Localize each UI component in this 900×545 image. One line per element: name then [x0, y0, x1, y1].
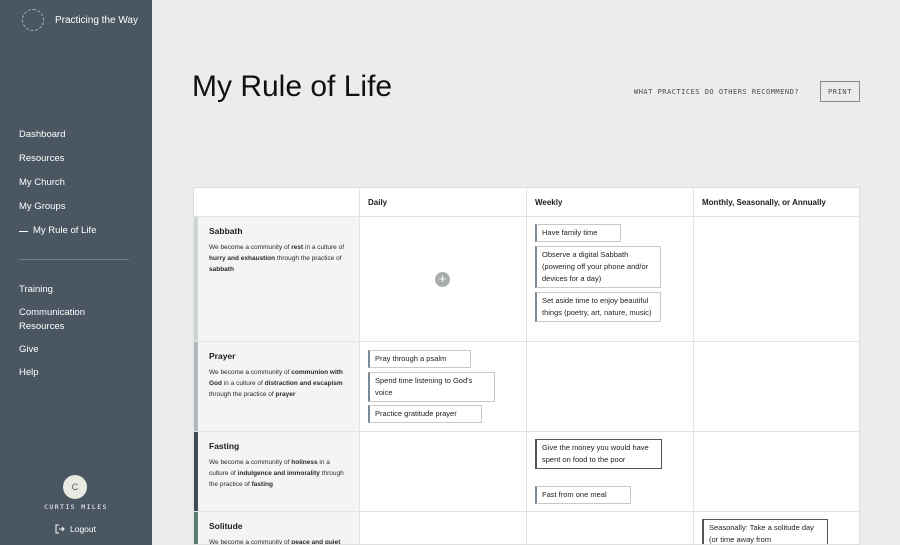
recommend-practices-link[interactable]: WHAT PRACTICES DO OTHERS RECOMMEND?: [634, 88, 799, 96]
monthly-cell: Seasonally: Take a solitude day (or time…: [694, 512, 859, 544]
column-header-weekly: Weekly: [527, 188, 694, 216]
sidebar-item-label: Training: [19, 284, 53, 295]
practice-name: Solitude: [209, 521, 243, 531]
sidebar-item-label: Help: [19, 367, 39, 378]
practice-chip[interactable]: Pray through a psalm: [368, 350, 471, 368]
practice-description: We become a community of holiness in a c…: [209, 459, 344, 488]
practice-chip[interactable]: Set aside time to enjoy beautiful things…: [535, 292, 661, 322]
practice-cell: Prayer We become a community of communio…: [194, 342, 360, 431]
practice-description: We become a community of rest in a cultu…: [209, 244, 345, 273]
practice-name: Fasting: [209, 441, 240, 451]
add-practice-button[interactable]: +: [435, 272, 450, 287]
user-name: CURTIS MILES: [44, 503, 108, 511]
practice-chip[interactable]: Give the money you would have spent on f…: [535, 439, 662, 469]
sidebar-item-training[interactable]: Training: [19, 283, 129, 297]
avatar[interactable]: C: [63, 475, 87, 499]
practice-description: We become a community of communion with …: [209, 369, 343, 398]
practice-cell: Solitude We become a community of peace …: [194, 512, 360, 545]
practice-cell: Fasting We become a community of holines…: [194, 432, 360, 511]
page-title: My Rule of Life: [192, 70, 393, 103]
daily-cell: [360, 512, 527, 544]
weekly-cell: Have family time Observe a digital Sabba…: [527, 217, 694, 341]
sidebar-item-help[interactable]: Help: [19, 366, 129, 380]
monthly-cell: [694, 342, 859, 431]
column-header-daily: Daily: [360, 188, 527, 216]
sidebar-item-my-church[interactable]: My Church: [19, 176, 96, 200]
sidebar-item-resources[interactable]: Resources: [19, 152, 96, 176]
practice-chip[interactable]: Practice gratitude prayer: [368, 405, 482, 423]
sidebar-item-label: My Church: [19, 177, 65, 188]
table-row-sabbath: Sabbath We become a community of rest in…: [194, 217, 859, 342]
sidebar-item-dashboard[interactable]: Dashboard: [19, 128, 96, 152]
practice-description: We become a community of peace and quiet: [209, 539, 341, 545]
daily-cell: [360, 432, 527, 511]
active-indicator: [19, 231, 28, 232]
column-header-practice: [194, 188, 360, 216]
print-button[interactable]: PRINT: [820, 81, 860, 102]
sidebar-item-give[interactable]: Give: [19, 343, 129, 357]
sidebar-item-label: My Groups: [19, 201, 66, 212]
practice-cell: Sabbath We become a community of rest in…: [194, 217, 360, 341]
table-row-solitude: Solitude We become a community of peace …: [194, 512, 859, 545]
logout-label: Logout: [70, 524, 96, 534]
daily-cell: Pray through a psalm Spend time listenin…: [360, 342, 527, 431]
sidebar-item-communication-resources[interactable]: Communication Resources: [19, 306, 99, 334]
sidebar: Practicing the Way Dashboard Resources M…: [0, 0, 152, 545]
practice-chip[interactable]: Fast from one meal: [535, 486, 631, 504]
brand-name: Practicing the Way: [55, 14, 138, 26]
daily-cell: +: [360, 217, 527, 341]
sidebar-item-label: Dashboard: [19, 129, 66, 140]
sidebar-item-label: Resources: [19, 153, 65, 164]
practice-chip[interactable]: Spend time listening to God's voice: [368, 372, 495, 402]
weekly-cell: [527, 342, 694, 431]
primary-nav: Dashboard Resources My Church My Groups …: [19, 128, 96, 248]
sidebar-item-my-rule-of-life[interactable]: My Rule of Life: [19, 224, 96, 248]
sidebar-item-my-groups[interactable]: My Groups: [19, 200, 96, 224]
nav-divider: [19, 259, 129, 260]
brand[interactable]: Practicing the Way: [22, 9, 138, 31]
practice-chip[interactable]: Seasonally: Take a solitude day (or time…: [702, 519, 828, 544]
column-header-monthly: Monthly, Seasonally, or Annually: [702, 198, 826, 207]
weekly-cell: [527, 512, 694, 544]
circle-logo-icon: [22, 9, 44, 31]
table-row-prayer: Prayer We become a community of communio…: [194, 342, 859, 432]
sidebar-item-label: My Rule of Life: [33, 225, 97, 236]
table-row-fasting: Fasting We become a community of holines…: [194, 432, 859, 512]
monthly-cell: [694, 217, 859, 341]
rule-of-life-table: Daily Weekly Monthly, Seasonally, or Ann…: [193, 187, 860, 545]
secondary-nav: Training Communication Resources Give He…: [19, 283, 129, 389]
sidebar-item-label: Communication Resources: [19, 307, 85, 332]
practice-name: Sabbath: [209, 226, 243, 236]
logout-button[interactable]: Logout: [55, 524, 96, 534]
logout-icon: [55, 524, 65, 534]
monthly-cell: [694, 432, 859, 511]
practice-chip[interactable]: Observe a digital Sabbath (powering off …: [535, 246, 661, 288]
table-header-row: Daily Weekly Monthly, Seasonally, or Ann…: [194, 188, 859, 217]
weekly-cell: Give the money you would have spent on f…: [527, 432, 694, 511]
practice-chip[interactable]: Have family time: [535, 224, 621, 242]
practice-name: Prayer: [209, 351, 236, 361]
sidebar-item-label: Give: [19, 344, 39, 355]
